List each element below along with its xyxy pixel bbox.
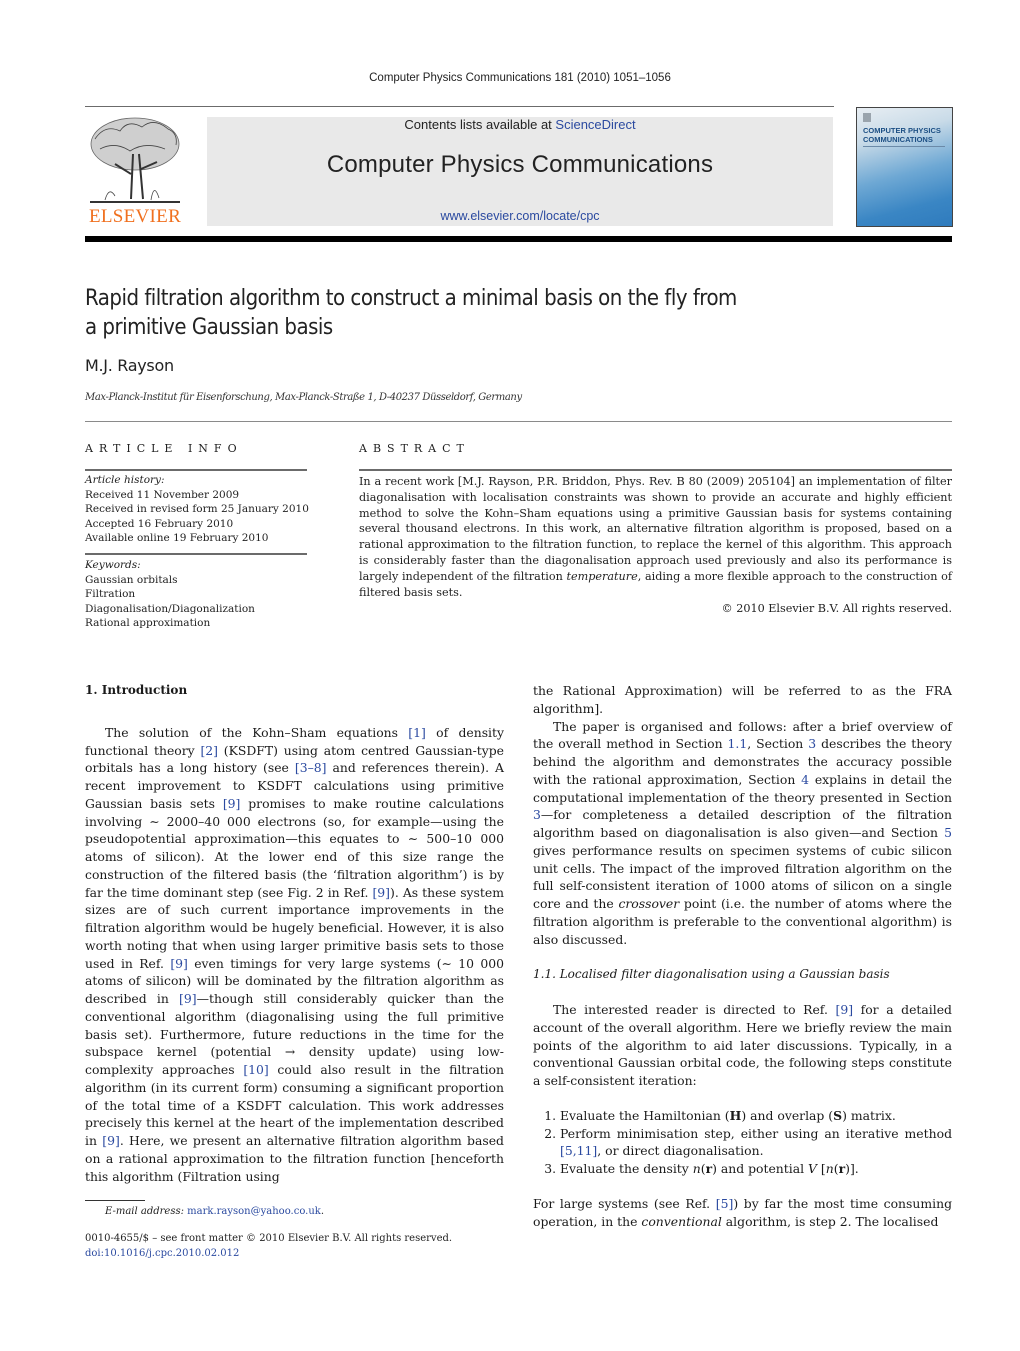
subsection-paragraph-2: For large systems (see Ref. [5]) by far …: [533, 1195, 953, 1229]
reference-link[interactable]: [10]: [243, 1062, 268, 1077]
affiliation-rule: [85, 421, 952, 422]
journal-cover-image[interactable]: COMPUTER PHYSICS COMMUNICATIONS: [856, 107, 953, 227]
article-info-heading: ARTICLE INFO: [85, 442, 243, 455]
author-name: M.J. Rayson: [85, 356, 174, 375]
cover-title: COMPUTER PHYSICS COMMUNICATIONS: [863, 126, 941, 144]
publisher-wordmark: ELSEVIER: [88, 206, 182, 227]
front-matter-line: 0010-4655/$ – see front matter © 2010 El…: [85, 1233, 453, 1244]
emphasis: crossover: [618, 896, 680, 911]
reference-link[interactable]: [2]: [200, 743, 218, 758]
iteration-steps-list: Evaluate the Hamiltonian (H) and overlap…: [533, 1107, 952, 1178]
section-heading-introduction: 1. Introduction: [85, 683, 188, 697]
reference-link[interactable]: [9]: [179, 991, 197, 1006]
emphasis: V: [808, 1161, 817, 1176]
article-title-line-2: a primitive Gaussian basis: [85, 315, 333, 340]
reference-link[interactable]: [9]: [835, 1002, 853, 1017]
email-link[interactable]: mark.rayson@yahoo.co.uk: [187, 1206, 321, 1217]
bold-symbol: S: [833, 1107, 843, 1123]
elsevier-logo[interactable]: ELSEVIER: [85, 114, 185, 228]
step-item: Evaluate the Hamiltonian (H) and overlap…: [560, 1107, 952, 1125]
reference-link[interactable]: [9]: [223, 796, 241, 811]
reference-link[interactable]: [5,11]: [560, 1143, 597, 1158]
bold-symbol: H: [729, 1107, 742, 1123]
reference-link[interactable]: 3: [808, 736, 816, 751]
header-rule: [85, 106, 834, 107]
article-history: Article history: Received 11 November 20…: [85, 473, 315, 546]
contents-line: Contents lists available at ScienceDirec…: [207, 117, 833, 132]
emphasis: conventional: [641, 1213, 722, 1229]
cover-subtitle-rule: [863, 146, 945, 147]
bold-symbol: r: [838, 1161, 846, 1176]
author-affiliation: Max-Planck-Institut für Eisenforschung, …: [85, 392, 522, 403]
reference-link[interactable]: [5]: [716, 1196, 734, 1211]
article-info-rule: [85, 469, 307, 471]
cover-emblem-icon: [863, 113, 871, 122]
keywords-list: Keywords: Gaussian orbitals Filtration D…: [85, 558, 315, 631]
elsevier-tree-icon: [90, 117, 180, 203]
contents-prefix: Contents lists available at: [404, 117, 556, 132]
footnote-rule: [85, 1200, 145, 1201]
body-column-left: 1. Introduction The solution of the Kohn…: [85, 682, 504, 1185]
history-item: Available online 19 February 2010: [85, 532, 269, 544]
reference-link[interactable]: [9]: [170, 956, 188, 971]
intro-paragraph-1-continued: the Rational Approximation) will be refe…: [533, 683, 952, 716]
article-title: Rapid filtration algorithm to construct …: [85, 284, 885, 342]
history-item: Received in revised form 25 January 2010: [85, 503, 309, 515]
step-item: Perform minimisation step, either using …: [560, 1125, 952, 1161]
reference-link[interactable]: 1.1: [728, 736, 748, 751]
article-title-line-1: Rapid filtration algorithm to construct …: [85, 286, 737, 311]
keywords-rule: [85, 553, 307, 555]
reference-link[interactable]: 5: [944, 825, 952, 840]
reference-link[interactable]: 4: [801, 772, 809, 787]
step-item: Evaluate the density n(r) and potential …: [560, 1160, 952, 1178]
email-footnote: E-mail address: mark.rayson@yahoo.co.uk.: [105, 1206, 324, 1217]
abstract-heading: ABSTRACT: [359, 442, 470, 455]
journal-title: Computer Physics Communications: [326, 151, 714, 178]
email-suffix: .: [320, 1206, 325, 1217]
journal-masthead: Contents lists available at ScienceDirec…: [207, 117, 833, 226]
abstract-emphasis: temperature: [566, 569, 638, 583]
doi-link[interactable]: doi:10.1016/j.cpc.2010.02.012: [85, 1248, 239, 1259]
journal-citation: Computer Physics Communications 181 (201…: [369, 72, 671, 84]
reference-link[interactable]: [9]: [372, 885, 390, 900]
header-thick-rule: [85, 236, 952, 242]
journal-url-link[interactable]: www.elsevier.com/locate/cpc: [207, 209, 833, 223]
abstract-rule: [359, 469, 952, 471]
reference-link[interactable]: [1]: [408, 725, 426, 740]
email-label: E-mail address:: [105, 1206, 184, 1217]
abstract-copyright: © 2010 Elsevier B.V. All rights reserved…: [721, 602, 952, 615]
reference-link[interactable]: [9]: [102, 1133, 120, 1148]
sciencedirect-link[interactable]: ScienceDirect: [555, 117, 635, 132]
keyword: Diagonalisation/Diagonalization: [85, 602, 255, 615]
keywords-label: Keywords:: [85, 559, 141, 571]
history-item: Received 11 November 2009: [85, 488, 240, 501]
reference-link[interactable]: 3: [533, 807, 541, 822]
keyword: Filtration: [85, 588, 136, 600]
keyword: Gaussian orbitals: [85, 573, 178, 586]
subsection-paragraph-1: The interested reader is directed to Ref…: [533, 1002, 952, 1088]
keyword: Rational approximation: [85, 617, 211, 629]
intro-paragraph-2: The paper is organised and follows: afte…: [533, 718, 952, 947]
abstract-text: In a recent work [M.J. Rayson, P.R. Brid…: [359, 474, 952, 600]
intro-paragraph-1: The solution of the Kohn–Sham equations …: [85, 724, 504, 1184]
abstract-text-part: In a recent work [M.J. Rayson, P.R. Brid…: [359, 475, 952, 583]
history-label: Article history:: [85, 474, 165, 486]
subsection-heading: 1.1. Localised filter diagonalisation us…: [533, 967, 890, 982]
history-item: Accepted 16 February 2010: [85, 517, 234, 530]
reference-link[interactable]: [3–8]: [295, 760, 327, 775]
emphasis: n: [692, 1161, 701, 1176]
body-column-right: the Rational Approximation) will be refe…: [533, 682, 952, 1230]
emphasis: n: [825, 1161, 834, 1176]
bold-symbol: r: [705, 1161, 713, 1176]
